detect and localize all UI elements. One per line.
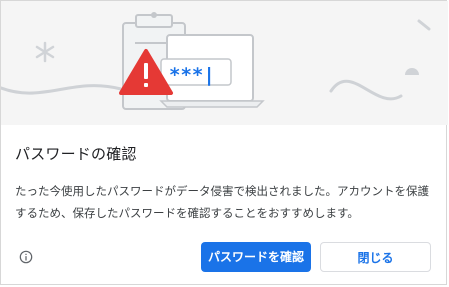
dialog-title: パスワードの確認 <box>15 145 137 163</box>
illustration: ***| <box>1 1 448 125</box>
info-icon[interactable] <box>19 250 33 264</box>
illustration-password-text: ***| <box>169 64 215 86</box>
password-leak-dialog: ***| パスワードの確認 たった今使用したパスワードがデータ侵害で検出されまし… <box>0 0 448 285</box>
illustration-graphic: ***| <box>1 12 431 110</box>
asterisk-icon <box>35 41 55 63</box>
close-button[interactable]: 閉じる <box>320 242 431 272</box>
check-passwords-button[interactable]: パスワードを確認 <box>201 242 311 272</box>
dialog-body: たった今使用したパスワードがデータ侵害で検出されました。アカウントを保護するため… <box>15 184 429 220</box>
